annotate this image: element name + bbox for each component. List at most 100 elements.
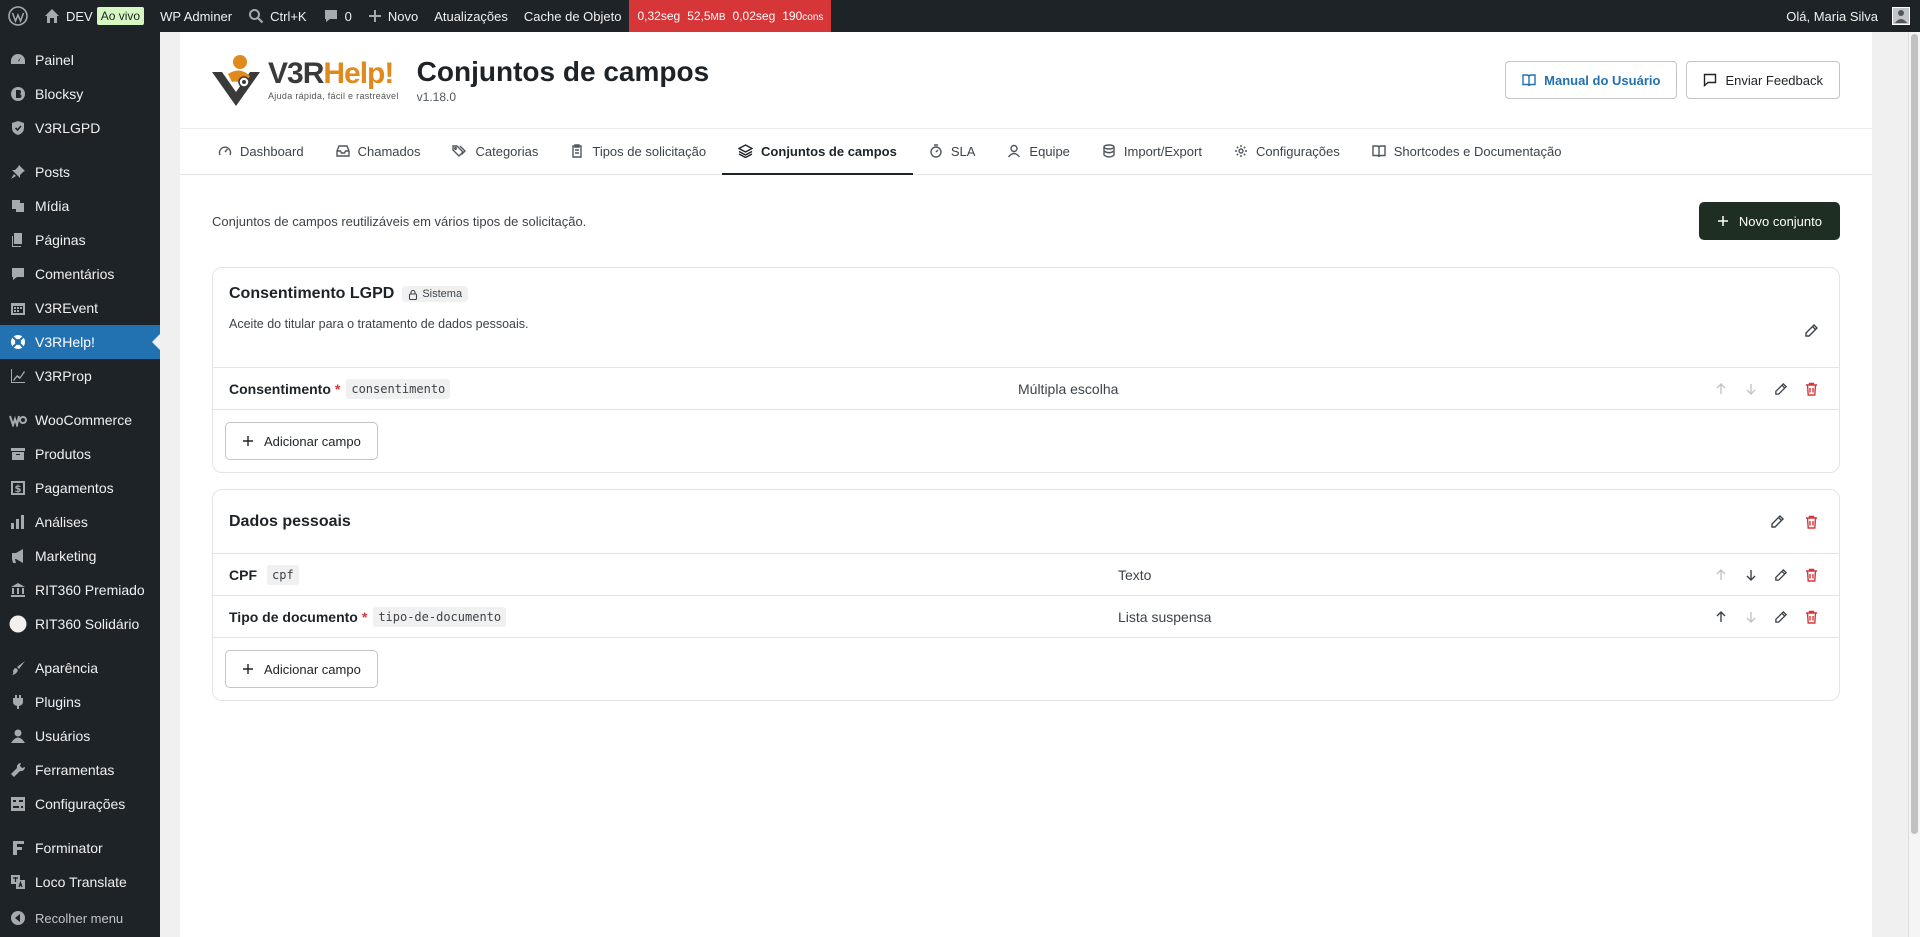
user-manual-button[interactable]: Manual do Usuário bbox=[1505, 61, 1678, 99]
qm-page-time: 0,32seg bbox=[637, 9, 681, 23]
field-type: Múltipla escolha bbox=[1018, 380, 1119, 397]
field-key: tipo-de-documento bbox=[373, 606, 507, 627]
menu-item-v3revent[interactable]: V3REvent bbox=[0, 291, 160, 325]
menu-item-rit360-premiado[interactable]: RIT360 Premiado bbox=[0, 573, 160, 607]
logo-brand-v: V3R bbox=[268, 57, 324, 90]
menu-item-paginas[interactable]: Páginas bbox=[0, 223, 160, 257]
my-account-link[interactable]: Olá, Maria Silva bbox=[1778, 0, 1920, 32]
logo-mark-icon bbox=[212, 55, 260, 106]
tab-import-export[interactable]: Import/Export bbox=[1086, 129, 1218, 175]
menu-item-plugins[interactable]: Plugins bbox=[0, 685, 160, 719]
menu-item-pagamentos[interactable]: $ Pagamentos bbox=[0, 471, 160, 505]
add-field-button[interactable]: Adicionar campo bbox=[225, 650, 378, 688]
wordpress-logo-icon[interactable] bbox=[0, 0, 36, 32]
menu-item-comentarios[interactable]: Comentários bbox=[0, 257, 160, 291]
tab-dashboard[interactable]: Dashboard bbox=[202, 129, 320, 175]
required-marker: * bbox=[361, 608, 368, 625]
clipboard-icon bbox=[570, 144, 584, 158]
menu-item-configuracoes[interactable]: Configurações bbox=[0, 787, 160, 821]
bank-icon bbox=[9, 581, 27, 599]
move-down-button[interactable] bbox=[1739, 563, 1763, 587]
comments-link[interactable]: 0 bbox=[315, 0, 360, 32]
edit-set-button[interactable] bbox=[1765, 510, 1789, 534]
tab-tipos-de-solicitacao[interactable]: Tipos de solicitação bbox=[554, 129, 722, 175]
plugin-header: V3RHelp! Ajuda rápida, fácil e rastreáve… bbox=[180, 32, 1872, 175]
move-up-button[interactable] bbox=[1709, 563, 1733, 587]
menu-item-aparencia[interactable]: Aparência bbox=[0, 651, 160, 685]
wp-adminer-link[interactable]: WP Adminer bbox=[152, 0, 240, 32]
delete-field-button[interactable] bbox=[1799, 605, 1823, 629]
home-icon bbox=[44, 8, 60, 24]
lock-icon bbox=[408, 289, 418, 300]
trash-icon bbox=[1805, 382, 1818, 396]
menu-item-rit360-solidario[interactable]: RIT360 Solidário bbox=[0, 607, 160, 641]
collapse-menu-button[interactable]: Recolher menu bbox=[0, 901, 160, 935]
plugin-icon bbox=[9, 693, 27, 711]
trash-icon bbox=[1805, 610, 1818, 624]
field-label: Consentimento bbox=[229, 380, 331, 397]
new-content-link[interactable]: Novo bbox=[360, 0, 426, 32]
tab-configuracoes[interactable]: Configurações bbox=[1218, 129, 1356, 175]
add-field-button[interactable]: Adicionar campo bbox=[225, 422, 378, 460]
updates-link[interactable]: Atualizações bbox=[426, 0, 516, 32]
arrow-down-icon bbox=[1745, 383, 1757, 395]
media-icon bbox=[9, 197, 27, 215]
menu-item-posts[interactable]: Posts bbox=[0, 155, 160, 189]
tab-equipe[interactable]: Equipe bbox=[991, 129, 1085, 175]
object-cache-link[interactable]: Cache de Objeto bbox=[516, 0, 630, 32]
trash-icon bbox=[1805, 515, 1818, 529]
field-type: Texto bbox=[1118, 566, 1152, 583]
menu-item-analises[interactable]: Análises bbox=[0, 505, 160, 539]
tab-categorias[interactable]: Categorias bbox=[436, 129, 554, 175]
tab-chamados[interactable]: Chamados bbox=[320, 129, 437, 175]
menu-item-ferramentas[interactable]: Ferramentas bbox=[0, 753, 160, 787]
archive-icon bbox=[9, 445, 27, 463]
plus-icon bbox=[368, 9, 382, 23]
gauge-icon bbox=[218, 144, 232, 158]
tab-conjuntos-de-campos[interactable]: Conjuntos de campos bbox=[722, 129, 913, 175]
delete-set-button[interactable] bbox=[1799, 510, 1823, 534]
menu-item-forminator[interactable]: Forminator bbox=[0, 831, 160, 865]
menu-item-v3rlgpd[interactable]: V3RLGPD bbox=[0, 111, 160, 145]
tab-shortcodes-e-documentacao[interactable]: Shortcodes e Documentação bbox=[1356, 129, 1578, 175]
plus-icon bbox=[242, 435, 254, 447]
menu-item-midia[interactable]: Mídia bbox=[0, 189, 160, 223]
tab-sla[interactable]: SLA bbox=[913, 129, 992, 175]
delete-field-button[interactable] bbox=[1799, 377, 1823, 401]
menu-item-v3rhelp[interactable]: V3RHelp! bbox=[0, 325, 160, 359]
field-set-card: Consentimento LGPD Sistema Aceite do tit… bbox=[212, 267, 1840, 473]
move-down-button[interactable] bbox=[1739, 605, 1763, 629]
menu-item-blocksy[interactable]: Blocksy bbox=[0, 77, 160, 111]
collapse-icon bbox=[9, 909, 27, 927]
query-monitor-stats[interactable]: 0,32seg 52,5MB 0,02seg 190cons bbox=[629, 0, 832, 32]
new-set-button[interactable]: Novo conjunto bbox=[1698, 202, 1840, 240]
scrollbar-thumb[interactable] bbox=[1911, 34, 1918, 834]
delete-field-button[interactable] bbox=[1799, 563, 1823, 587]
field-key: consentimento bbox=[346, 378, 451, 399]
send-feedback-button[interactable]: Enviar Feedback bbox=[1686, 61, 1840, 99]
menu-item-woocommerce[interactable]: WooCommerce bbox=[0, 403, 160, 437]
command-search[interactable]: Ctrl+K bbox=[240, 0, 314, 32]
move-up-button[interactable] bbox=[1709, 605, 1733, 629]
edit-field-button[interactable] bbox=[1769, 605, 1793, 629]
dollar-icon: $ bbox=[9, 479, 27, 497]
edit-field-button[interactable] bbox=[1769, 377, 1793, 401]
move-down-button[interactable] bbox=[1739, 377, 1763, 401]
search-shortcut: Ctrl+K bbox=[270, 8, 307, 24]
menu-item-painel[interactable]: Painel bbox=[0, 43, 160, 77]
menu-item-produtos[interactable]: Produtos bbox=[0, 437, 160, 471]
megaphone-icon bbox=[9, 547, 27, 565]
edit-field-button[interactable] bbox=[1769, 563, 1793, 587]
menu-item-loco-translate[interactable]: Loco Translate bbox=[0, 865, 160, 899]
site-name-link[interactable]: DEV Ao vivo bbox=[36, 0, 152, 32]
qm-memory: 52,5MB bbox=[687, 9, 726, 23]
edit-set-button[interactable] bbox=[1799, 318, 1823, 342]
lifebuoy-icon bbox=[9, 333, 27, 351]
move-up-button[interactable] bbox=[1709, 377, 1733, 401]
menu-item-v3rprop[interactable]: V3RProp bbox=[0, 359, 160, 393]
menu-item-marketing[interactable]: Marketing bbox=[0, 539, 160, 573]
page-scrollbar[interactable] bbox=[1908, 32, 1920, 937]
avatar bbox=[1892, 7, 1910, 25]
new-label: Novo bbox=[387, 8, 419, 24]
menu-item-usuarios[interactable]: Usuários bbox=[0, 719, 160, 753]
